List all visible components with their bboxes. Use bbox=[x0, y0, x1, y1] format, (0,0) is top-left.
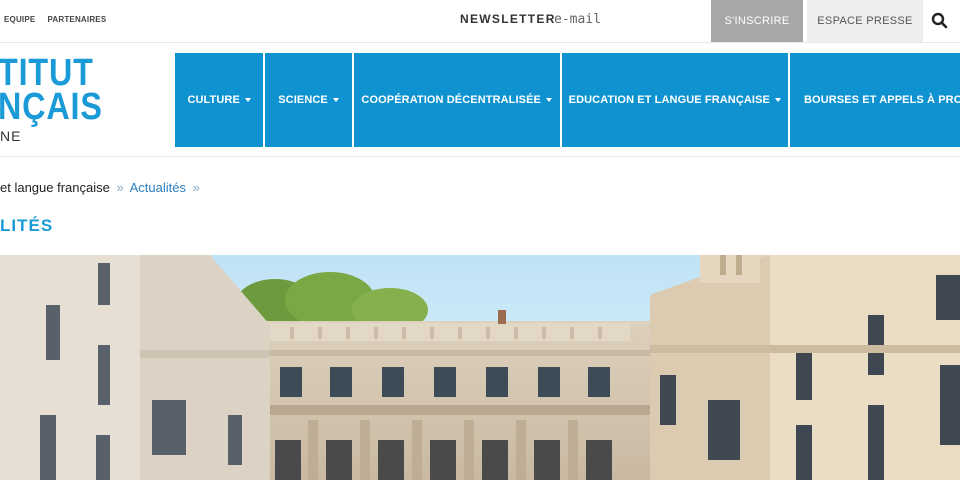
logo-text-line3: NE bbox=[0, 128, 22, 144]
newsletter-email-input[interactable] bbox=[554, 8, 704, 30]
top-links: EQUIPE PARTENAIRES bbox=[4, 15, 118, 24]
breadcrumb-item-actualites[interactable]: Actualités bbox=[130, 180, 186, 195]
nav-item-cooperation[interactable]: COOPÉRATION DÉCENTRALISÉE bbox=[353, 53, 562, 147]
nav-item-label: BOURSES ET APPELS À PRO bbox=[804, 94, 960, 106]
nav-item-label: CULTURE bbox=[187, 94, 240, 106]
main-nav: CULTURE SCIENCE COOPÉRATION DÉCENTRALISÉ… bbox=[175, 53, 960, 147]
caret-down-icon bbox=[545, 98, 552, 102]
breadcrumb: et langue française » Actualités » bbox=[0, 180, 203, 195]
page-title: LITÉS bbox=[0, 216, 54, 235]
header-divider bbox=[0, 156, 960, 157]
caret-down-icon bbox=[774, 98, 781, 102]
nav-item-science[interactable]: SCIENCE bbox=[265, 53, 354, 147]
breadcrumb-separator: » bbox=[192, 180, 200, 195]
search-icon[interactable] bbox=[930, 11, 950, 31]
logo-text-line2: NÇAIS bbox=[0, 86, 103, 128]
site-logo[interactable]: TITUT NÇAIS NE bbox=[0, 52, 120, 152]
nav-item-bourses[interactable]: BOURSES ET APPELS À PRO bbox=[790, 53, 960, 147]
nav-item-education[interactable]: EDUCATION ET LANGUE FRANÇAISE bbox=[561, 53, 790, 147]
hero-image bbox=[0, 255, 960, 480]
nav-item-culture[interactable]: CULTURE bbox=[175, 53, 266, 147]
top-link-partenaires[interactable]: PARTENAIRES bbox=[47, 15, 106, 24]
press-area-button[interactable]: ESPACE PRESSE bbox=[807, 0, 923, 42]
nav-item-label: EDUCATION ET LANGUE FRANÇAISE bbox=[568, 94, 770, 106]
caret-down-icon bbox=[332, 98, 339, 102]
top-link-equipe[interactable]: EQUIPE bbox=[4, 15, 35, 24]
newsletter-label: NEWSLETTER bbox=[460, 12, 556, 26]
breadcrumb-separator: » bbox=[116, 180, 124, 195]
nav-item-label: COOPÉRATION DÉCENTRALISÉE bbox=[361, 94, 541, 106]
subscribe-button[interactable]: S'INSCRIRE bbox=[711, 0, 803, 42]
caret-down-icon bbox=[244, 98, 251, 102]
top-bar: EQUIPEPARTENAIRES NEWSLETTER S'INSCRIRE … bbox=[0, 0, 960, 43]
nav-item-label: SCIENCE bbox=[278, 94, 328, 106]
breadcrumb-item-education[interactable]: et langue française bbox=[0, 180, 110, 195]
